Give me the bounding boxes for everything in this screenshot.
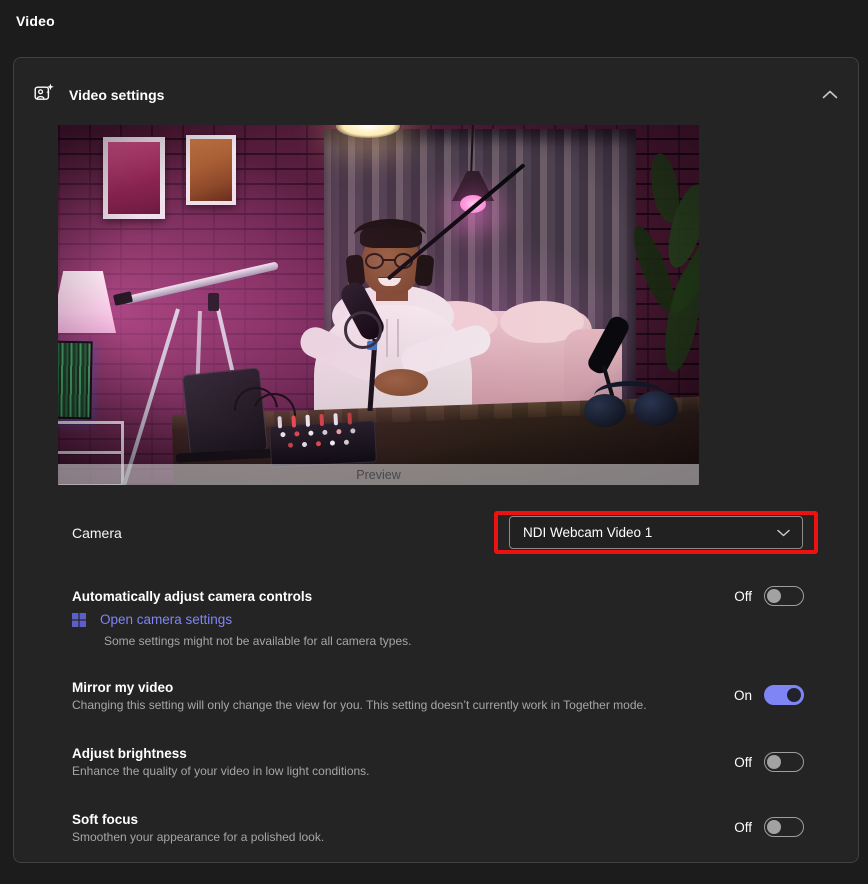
- setting-title-auto-adjust: Automatically adjust camera controls: [72, 589, 312, 604]
- chevron-down-icon: [777, 529, 790, 537]
- open-camera-settings-link[interactable]: Open camera settings: [72, 612, 232, 627]
- camera-label: Camera: [72, 525, 122, 541]
- wall-picture-frame: [103, 137, 165, 219]
- setting-title-mirror: Mirror my video: [72, 680, 173, 695]
- toggle-state-label: Off: [734, 589, 752, 604]
- page-title: Video: [16, 13, 55, 29]
- collapse-section-button[interactable]: [814, 80, 846, 108]
- camera-device-dropdown[interactable]: NDI Webcam Video 1: [509, 516, 803, 549]
- chevron-up-icon: [822, 90, 838, 99]
- telescope-mount: [208, 293, 219, 311]
- toggle-soft-focus[interactable]: Off: [734, 817, 804, 837]
- toggle-auto-adjust[interactable]: Off: [734, 586, 804, 606]
- video-settings-icon: [34, 83, 54, 103]
- toggle-state-label: Off: [734, 755, 752, 770]
- toggle-adjust-brightness[interactable]: Off: [734, 752, 804, 772]
- panel-title: Video settings: [69, 87, 164, 103]
- toggle-switch-on[interactable]: [764, 685, 804, 705]
- preview-label-bar: Preview: [58, 464, 699, 485]
- setting-desc-auto-adjust: Some settings might not be available for…: [104, 634, 412, 648]
- camera-preview-image: Preview: [58, 125, 699, 485]
- preview-label: Preview: [356, 468, 400, 482]
- camera-device-selected: NDI Webcam Video 1: [523, 525, 652, 540]
- setting-title-brightness: Adjust brightness: [72, 746, 187, 761]
- audio-mixer: [269, 420, 377, 467]
- toggle-switch-off[interactable]: [764, 586, 804, 606]
- toggle-state-label: On: [734, 688, 752, 703]
- setting-desc-brightness: Enhance the quality of your video in low…: [72, 764, 370, 778]
- green-screen-monitor: [58, 341, 93, 420]
- video-settings-panel: Video settings: [13, 57, 859, 863]
- glasses: [365, 253, 384, 269]
- setting-desc-soft-focus: Smoothen your appearance for a polished …: [72, 830, 324, 844]
- toggle-switch-off[interactable]: [764, 752, 804, 772]
- mic-shockmount: [344, 311, 382, 349]
- person-figure: [298, 221, 490, 431]
- toggle-mirror-video[interactable]: On: [734, 685, 804, 705]
- clasped-hands: [374, 369, 428, 396]
- open-camera-settings-label: Open camera settings: [100, 612, 232, 627]
- plant: [642, 153, 699, 403]
- setting-title-soft-focus: Soft focus: [72, 812, 138, 827]
- setting-desc-mirror: Changing this setting will only change t…: [72, 698, 752, 712]
- wall-picture-frame: [186, 135, 236, 205]
- toggle-state-label: Off: [734, 820, 752, 835]
- desk-headphones: [584, 385, 678, 429]
- headphones: [354, 219, 426, 251]
- toggle-switch-off[interactable]: [764, 817, 804, 837]
- windows-icon: [72, 613, 86, 627]
